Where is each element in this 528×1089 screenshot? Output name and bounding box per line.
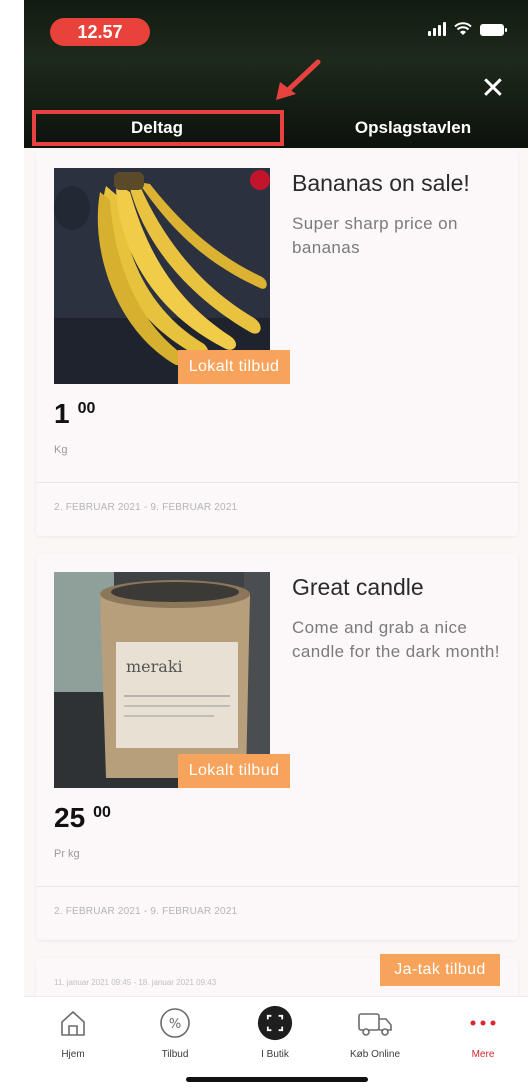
bottom-navigation: Hjem % Tilbud I Butik Køb Online Mere [24, 996, 528, 1089]
price-main: 1 [54, 398, 70, 429]
offer-unit: Kg [54, 444, 68, 456]
local-offer-badge: Lokalt tilbud [178, 350, 290, 384]
nav-item-kob-online[interactable]: Køb Online [330, 1005, 420, 1060]
status-icons [428, 22, 507, 36]
phone-screen: 12.57 ✕ Deltag Opslagstavlen Lokalt tilb… [24, 0, 528, 1089]
home-indicator[interactable] [186, 1077, 368, 1082]
nav-label-i-butik: I Butik [261, 1049, 289, 1060]
svg-text:%: % [169, 1017, 181, 1032]
nav-item-i-butik[interactable]: I Butik [230, 1005, 320, 1060]
close-icon[interactable]: ✕ [478, 74, 508, 104]
ja-tak-offer-badge: Ja-tak tilbud [380, 954, 500, 986]
battery-icon [480, 24, 507, 36]
nav-item-home[interactable]: Hjem [28, 1005, 118, 1060]
offer-price: 1 00 [54, 398, 95, 430]
percent-icon: % [157, 1005, 193, 1041]
more-dots-icon [465, 1005, 501, 1041]
offer-description: Super sharp price on bananas [292, 214, 458, 257]
scan-icon [257, 1005, 293, 1041]
offer-date-range: 2. FEBRUAR 2021 - 9. FEBRUAR 2021 [54, 502, 238, 513]
offer-description: Come and grab a nice candle for the dark… [292, 618, 500, 661]
nav-item-mere[interactable]: Mere [438, 1005, 528, 1060]
local-offer-badge: Lokalt tilbud [178, 754, 290, 788]
home-icon [55, 1005, 91, 1041]
signal-icon [428, 22, 446, 36]
offer-price: 25 00 [54, 802, 111, 834]
offer-date-range: 2. FEBRUAR 2021 - 9. FEBRUAR 2021 [54, 906, 238, 917]
delivery-truck-icon [357, 1005, 393, 1041]
wifi-icon [454, 22, 472, 35]
nav-label-kob-online: Køb Online [349, 1049, 401, 1060]
offer-title: Great candle [292, 574, 424, 600]
price-cents: 00 [93, 804, 111, 821]
offer-card[interactable]: meraki Lokalt tilbud Great candle Come a… [36, 554, 518, 940]
offer-title: Bananas on sale! [292, 170, 470, 196]
card-divider [36, 886, 518, 887]
card-divider [36, 482, 518, 483]
nav-item-tilbud[interactable]: % Tilbud [130, 1005, 220, 1060]
tab-highlight-annotation [32, 110, 284, 146]
header: 12.57 ✕ Deltag Opslagstavlen [24, 0, 528, 148]
price-cents: 00 [77, 400, 96, 417]
nav-label-tilbud: Tilbud [161, 1049, 189, 1060]
left-gutter [0, 0, 24, 1089]
nav-label-mere: Mere [471, 1049, 495, 1060]
offer-unit: Pr kg [54, 848, 80, 860]
nav-label-home: Hjem [61, 1049, 85, 1060]
price-main: 25 [54, 802, 86, 833]
offer-date-range: 11. januar 2021 09:45 - 18. januar 2021 … [54, 978, 217, 987]
tab-opslagstavlen[interactable]: Opslagstavlen [300, 112, 526, 148]
status-time: 12.57 [50, 18, 150, 46]
candle-brand-label: meraki [126, 657, 183, 676]
offer-card[interactable]: Lokalt tilbud Bananas on sale! Super sha… [36, 150, 518, 536]
red-arrow-annotation-icon [276, 59, 321, 100]
